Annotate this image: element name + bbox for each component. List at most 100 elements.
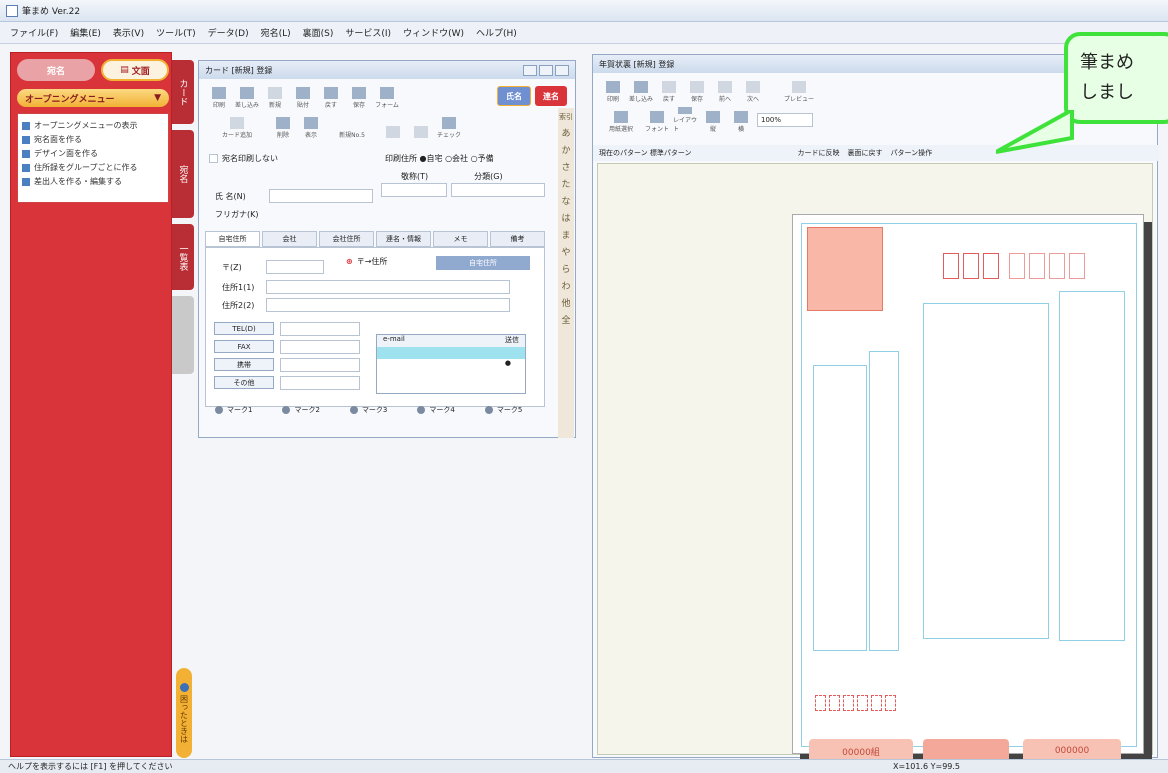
menu-view[interactable]: 表示(V)	[113, 26, 144, 39]
tab-home-address[interactable]: 自宅住所	[205, 231, 260, 247]
kana-all[interactable]: 全	[561, 313, 570, 326]
honorific-select[interactable]	[381, 183, 447, 197]
menu-back[interactable]: 裏面(S)	[303, 26, 334, 39]
back-preview-button[interactable]: プレビュー	[769, 77, 829, 103]
check-button[interactable]: チェック	[437, 113, 461, 139]
zoom-select[interactable]: 100%	[757, 113, 813, 127]
tab-joint-info[interactable]: 連名・情報	[376, 231, 431, 247]
kana-ka[interactable]: か	[561, 143, 570, 156]
add-card-button[interactable]: カード追加	[207, 113, 267, 139]
pattern-operation-button[interactable]: パターン操作	[891, 148, 933, 158]
address1-input[interactable]	[266, 280, 510, 294]
other-input[interactable]	[280, 376, 360, 390]
no-print-checkbox[interactable]	[209, 154, 218, 163]
menu-item-address-side[interactable]: 宛名面を作る	[22, 134, 164, 145]
kana-na[interactable]: な	[561, 194, 570, 207]
kana-ya[interactable]: や	[561, 245, 570, 258]
form-button[interactable]: フォーム	[375, 83, 399, 109]
zip-input[interactable]	[266, 260, 324, 274]
tab-memo[interactable]: メモ	[433, 231, 488, 247]
menu-service[interactable]: サービス(I)	[345, 26, 391, 39]
current-pattern-label[interactable]: 現在のパターン 標準パターン	[599, 148, 692, 158]
menu-item-show-opening[interactable]: オープニングメニューの表示	[22, 120, 164, 131]
design-mode-button[interactable]: ▤ 文面	[101, 59, 169, 81]
horizontal-button[interactable]: 横	[729, 107, 753, 133]
tab-company-address[interactable]: 会社住所	[319, 231, 374, 247]
kana-a[interactable]: あ	[561, 126, 570, 139]
menu-tools[interactable]: ツール(T)	[156, 26, 196, 39]
postcard-preview[interactable]: 00000組 000000	[792, 214, 1144, 763]
address-mode-button[interactable]: 宛名	[17, 59, 95, 81]
merge-button[interactable]: 差し込み	[235, 83, 259, 109]
menu-edit[interactable]: 編集(E)	[70, 26, 101, 39]
restore-back-button[interactable]: 裏面に戻す	[848, 148, 883, 158]
kana-ra[interactable]: ら	[561, 262, 570, 275]
save-button[interactable]: 保存	[347, 83, 371, 109]
mobile-button[interactable]: 携帯	[214, 358, 274, 371]
other-button[interactable]: その他	[214, 376, 274, 389]
vertical-button[interactable]: 縦	[701, 107, 725, 133]
print-button[interactable]: 印刷	[207, 83, 231, 109]
home-address-button[interactable]: 自宅住所	[436, 256, 530, 270]
tab-list[interactable]: 一覧表	[172, 224, 194, 290]
address2-input[interactable]	[266, 298, 510, 312]
menu-address[interactable]: 宛名(L)	[261, 26, 291, 39]
menu-file[interactable]: ファイル(F)	[10, 26, 58, 39]
tel-button[interactable]: TEL(D)	[214, 322, 274, 335]
back-print-button[interactable]: 印刷	[601, 77, 625, 103]
category-select[interactable]	[451, 183, 545, 197]
help-tab[interactable]: 困ったときは	[176, 668, 192, 758]
tab-card[interactable]: カード	[172, 60, 194, 124]
kana-ta[interactable]: た	[561, 177, 570, 190]
zip-search-button[interactable]: ⊛ 〒→住所	[346, 256, 387, 267]
sender-address-frame[interactable]	[869, 351, 899, 651]
fax-button[interactable]: FAX	[214, 340, 274, 353]
minimize-icon[interactable]	[523, 64, 537, 76]
maximize-icon[interactable]	[539, 64, 553, 76]
mark3-radio[interactable]: マーク3	[349, 405, 387, 415]
back-save-button[interactable]: 保存	[685, 77, 709, 103]
display-button[interactable]: 表示	[299, 113, 323, 139]
back-prev-button[interactable]: 前へ	[713, 77, 737, 103]
font-button[interactable]: フォント	[645, 107, 669, 133]
mark5-radio[interactable]: マーク5	[484, 405, 522, 415]
email-selected-row[interactable]	[377, 347, 525, 359]
email-list[interactable]: e-mail 送信 ●	[376, 334, 526, 394]
paste-button[interactable]: 貼付	[291, 83, 315, 109]
address-frame[interactable]	[1059, 291, 1125, 641]
tab-address[interactable]: 宛名	[172, 130, 194, 218]
layout-button[interactable]: レイアウト	[673, 107, 697, 133]
back-merge-button[interactable]: 差し込み	[629, 77, 653, 103]
back-undo-button[interactable]: 戻す	[657, 77, 681, 103]
menu-item-group-book[interactable]: 住所録をグループごとに作る	[22, 162, 164, 173]
tab-notes[interactable]: 備考	[490, 231, 545, 247]
print-address-row[interactable]: 印刷住所 ●自宅 ○会社 ○予備	[385, 153, 494, 164]
tel-input[interactable]	[280, 322, 360, 336]
close-icon[interactable]	[555, 64, 569, 76]
sender-name-frame[interactable]	[813, 365, 867, 651]
print-address-radios[interactable]: 印刷住所 ●自宅 ○会社 ○予備	[385, 153, 494, 164]
back-next-button[interactable]: 次へ	[741, 77, 765, 103]
prev-button[interactable]	[381, 113, 405, 139]
kana-ha[interactable]: は	[561, 211, 570, 224]
menu-data[interactable]: データ(D)	[208, 26, 249, 39]
fax-input[interactable]	[280, 340, 360, 354]
mark2-radio[interactable]: マーク2	[282, 405, 320, 415]
next-button[interactable]	[409, 113, 433, 139]
mark1-radio[interactable]: マーク1	[215, 405, 252, 415]
kana-ma[interactable]: ま	[561, 228, 570, 241]
new-button[interactable]: 新規	[263, 83, 287, 109]
kana-sa[interactable]: さ	[561, 160, 570, 173]
recipient-name-frame[interactable]	[923, 303, 1049, 639]
mark4-radio[interactable]: マーク4	[417, 405, 455, 415]
opening-menu-button[interactable]: オープニングメニュー ▼	[17, 89, 169, 107]
kana-other[interactable]: 他	[561, 296, 570, 309]
menu-item-design-side[interactable]: デザイン面を作る	[22, 148, 164, 159]
tab-company[interactable]: 会社	[262, 231, 317, 247]
kana-wa[interactable]: わ	[561, 279, 570, 292]
delete-button[interactable]: 削除	[271, 113, 295, 139]
undo-button[interactable]: 戻す	[319, 83, 343, 109]
paper-select-button[interactable]: 用紙選択	[601, 107, 641, 133]
name-input[interactable]	[269, 189, 373, 203]
name-mode-button[interactable]: 氏名	[497, 86, 531, 106]
